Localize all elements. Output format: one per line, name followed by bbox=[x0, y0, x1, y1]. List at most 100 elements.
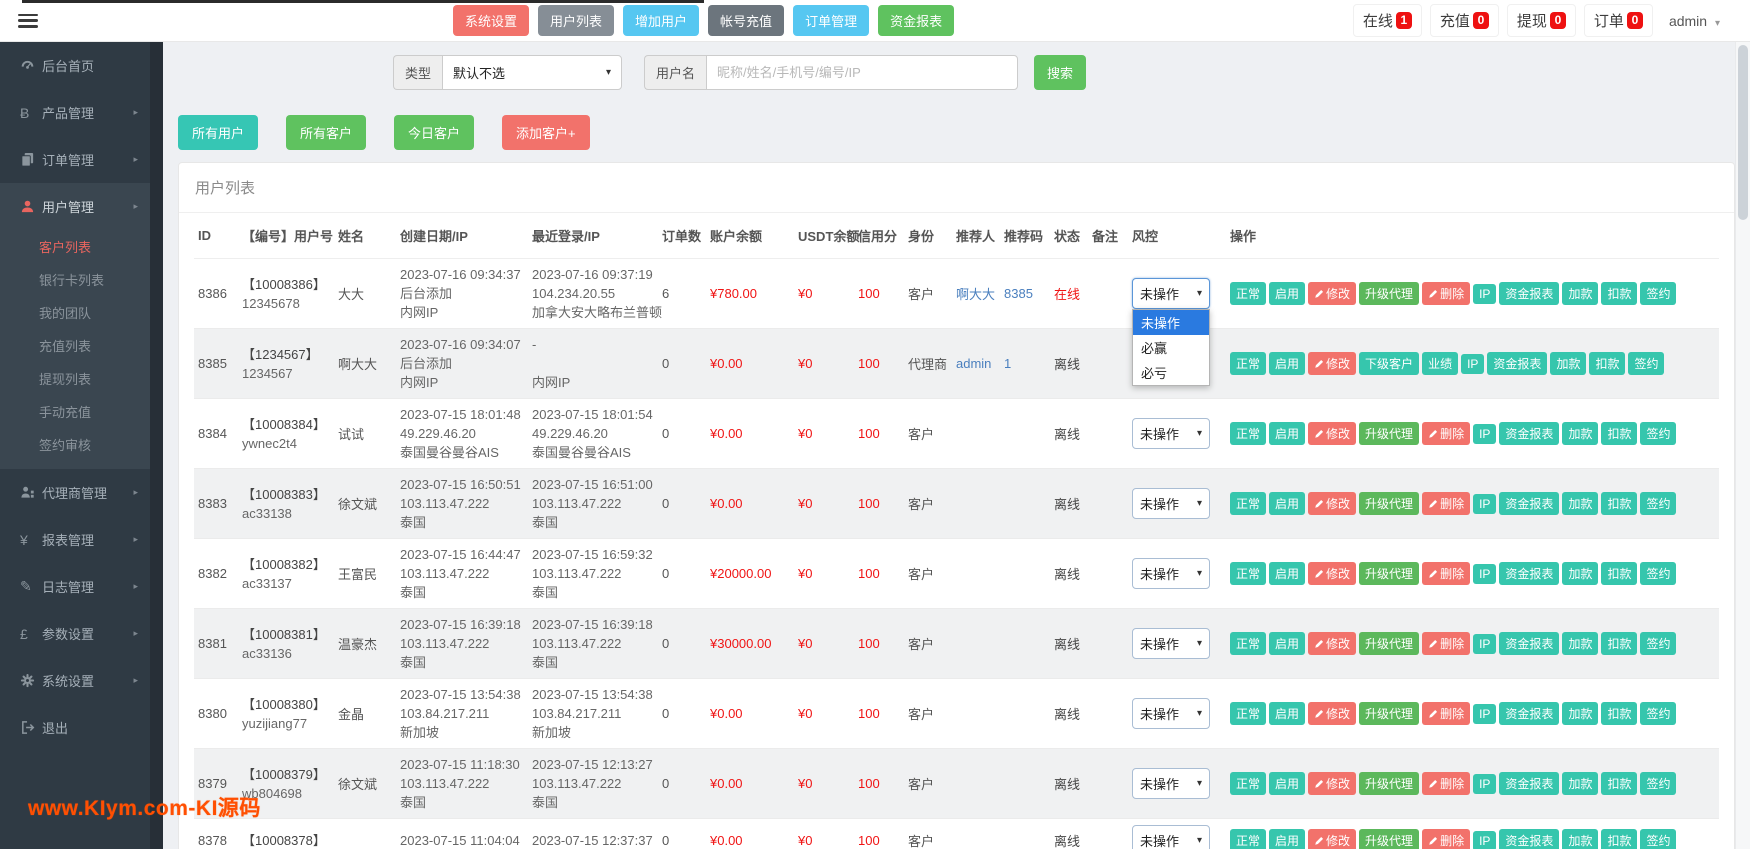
action-button[interactable]: 正常 bbox=[1230, 352, 1267, 375]
risk-option[interactable]: 必亏 bbox=[1133, 360, 1209, 385]
action-button[interactable]: 加款 bbox=[1562, 702, 1599, 725]
action-button[interactable]: 修改 bbox=[1308, 282, 1357, 305]
action-button[interactable]: IP bbox=[1473, 424, 1497, 444]
action-button[interactable]: 扣款 bbox=[1589, 352, 1626, 375]
admin-menu[interactable]: admin ▾ bbox=[1661, 8, 1728, 34]
action-button[interactable]: IP bbox=[1461, 354, 1485, 374]
action-button[interactable]: 修改 bbox=[1308, 562, 1357, 585]
top-nav-button[interactable]: 系统设置 bbox=[453, 5, 530, 36]
action-button[interactable]: 签约 bbox=[1640, 422, 1677, 445]
action-button[interactable]: 删除 bbox=[1422, 562, 1471, 585]
quick-button[interactable]: 所有客户 bbox=[286, 115, 367, 150]
action-button[interactable]: 删除 bbox=[1422, 422, 1471, 445]
action-button[interactable]: 修改 bbox=[1308, 772, 1357, 795]
action-button[interactable]: 资金报表 bbox=[1499, 562, 1560, 585]
action-button[interactable]: 升级代理 bbox=[1359, 422, 1420, 445]
action-button[interactable]: 扣款 bbox=[1601, 282, 1638, 305]
action-button[interactable]: 资金报表 bbox=[1499, 422, 1560, 445]
action-button[interactable]: 签约 bbox=[1640, 492, 1677, 515]
risk-option[interactable]: 必赢 bbox=[1133, 335, 1209, 360]
action-button[interactable]: 加款 bbox=[1562, 632, 1599, 655]
sidebar-item-报表管理[interactable]: ¥ 报表管理 ▸ bbox=[0, 516, 150, 563]
action-button[interactable]: 扣款 bbox=[1601, 772, 1638, 795]
sidebar-item-日志管理[interactable]: ✎ 日志管理 ▸ bbox=[0, 563, 150, 610]
action-button[interactable]: 下级客户 bbox=[1359, 352, 1420, 375]
action-button[interactable]: 修改 bbox=[1308, 632, 1357, 655]
action-button[interactable]: 正常 bbox=[1230, 422, 1267, 445]
action-button[interactable]: 签约 bbox=[1640, 632, 1677, 655]
cell-referrer[interactable]: 啊大大 bbox=[952, 259, 1000, 329]
action-button[interactable]: 资金报表 bbox=[1499, 702, 1560, 725]
action-button[interactable]: 扣款 bbox=[1601, 632, 1638, 655]
risk-select[interactable]: 未操作 ▾ bbox=[1132, 488, 1210, 519]
hamburger-menu-icon[interactable] bbox=[18, 13, 38, 28]
action-button[interactable]: 删除 bbox=[1422, 632, 1471, 655]
action-button[interactable]: 加款 bbox=[1550, 352, 1587, 375]
action-button[interactable]: 签约 bbox=[1640, 702, 1677, 725]
sidebar-subitem-银行卡列表[interactable]: 银行卡列表 bbox=[0, 263, 150, 296]
cell-referrer[interactable]: admin bbox=[952, 329, 1000, 399]
risk-select[interactable]: 未操作 ▾ bbox=[1132, 418, 1210, 449]
action-button[interactable]: IP bbox=[1473, 774, 1497, 794]
username-search-input[interactable] bbox=[706, 55, 1019, 90]
action-button[interactable]: 正常 bbox=[1230, 282, 1267, 305]
action-button[interactable]: 启用 bbox=[1269, 282, 1306, 305]
sidebar-item-后台首页[interactable]: 后台首页 bbox=[0, 42, 150, 89]
sidebar-item-系统设置[interactable]: 系统设置 ▸ bbox=[0, 657, 150, 704]
action-button[interactable]: IP bbox=[1473, 704, 1497, 724]
quick-button[interactable]: 今日客户 bbox=[394, 115, 475, 150]
page-scrollbar[interactable] bbox=[1735, 42, 1750, 849]
risk-select[interactable]: 未操作 ▾ bbox=[1132, 825, 1210, 849]
action-button[interactable]: 启用 bbox=[1269, 492, 1306, 515]
sidebar-item-订单管理[interactable]: 订单管理 ▸ bbox=[0, 136, 150, 183]
action-button[interactable]: 删除 bbox=[1422, 492, 1471, 515]
risk-select[interactable]: 未操作 ▾ bbox=[1132, 628, 1210, 659]
quick-button[interactable]: 所有用户 bbox=[178, 115, 259, 150]
action-button[interactable]: 升级代理 bbox=[1359, 772, 1420, 795]
action-button[interactable]: 正常 bbox=[1230, 492, 1267, 515]
scrollbar-thumb[interactable] bbox=[1738, 45, 1748, 220]
action-button[interactable]: 签约 bbox=[1640, 282, 1677, 305]
action-button[interactable]: 修改 bbox=[1308, 492, 1357, 515]
sidebar-item-退出[interactable]: 退出 bbox=[0, 704, 150, 751]
stat-orders[interactable]: 订单 0 bbox=[1583, 4, 1653, 37]
stat-online[interactable]: 在线 1 bbox=[1352, 4, 1422, 37]
quick-button[interactable]: 添加客户+ bbox=[502, 115, 590, 150]
stat-recharge[interactable]: 充值 0 bbox=[1429, 4, 1499, 37]
action-button[interactable]: 资金报表 bbox=[1487, 352, 1548, 375]
top-nav-button[interactable]: 帐号充值 bbox=[708, 5, 785, 36]
action-button[interactable]: 启用 bbox=[1269, 772, 1306, 795]
risk-select[interactable]: 未操作 ▾ bbox=[1132, 278, 1210, 309]
sidebar-item-产品管理[interactable]: Ƀ 产品管理 ▸ bbox=[0, 89, 150, 136]
action-button[interactable]: 升级代理 bbox=[1359, 829, 1420, 849]
action-button[interactable]: IP bbox=[1473, 634, 1497, 654]
action-button[interactable]: 删除 bbox=[1422, 829, 1471, 849]
action-button[interactable]: 签约 bbox=[1640, 829, 1677, 849]
action-button[interactable]: 资金报表 bbox=[1499, 772, 1560, 795]
action-button[interactable]: 修改 bbox=[1308, 702, 1357, 725]
action-button[interactable]: 升级代理 bbox=[1359, 562, 1420, 585]
action-button[interactable]: 启用 bbox=[1269, 422, 1306, 445]
action-button[interactable]: 正常 bbox=[1230, 632, 1267, 655]
action-button[interactable]: 升级代理 bbox=[1359, 702, 1420, 725]
action-button[interactable]: 正常 bbox=[1230, 772, 1267, 795]
cell-ref-code[interactable]: 1 bbox=[1000, 329, 1050, 399]
action-button[interactable]: 资金报表 bbox=[1499, 492, 1560, 515]
action-button[interactable]: 启用 bbox=[1269, 632, 1306, 655]
action-button[interactable]: 资金报表 bbox=[1499, 632, 1560, 655]
top-nav-button[interactable]: 资金报表 bbox=[878, 5, 955, 36]
action-button[interactable]: 扣款 bbox=[1601, 492, 1638, 515]
action-button[interactable]: 扣款 bbox=[1601, 562, 1638, 585]
sidebar-subitem-充值列表[interactable]: 充值列表 bbox=[0, 329, 150, 362]
action-button[interactable]: 启用 bbox=[1269, 352, 1306, 375]
risk-select[interactable]: 未操作 ▾ bbox=[1132, 768, 1210, 799]
action-button[interactable]: 扣款 bbox=[1601, 422, 1638, 445]
action-button[interactable]: 修改 bbox=[1308, 422, 1357, 445]
sidebar-item-代理商管理[interactable]: 代理商管理 ▸ bbox=[0, 469, 150, 516]
sidebar-item-用户管理[interactable]: 用户管理 ▸ bbox=[0, 183, 150, 230]
sidebar-item-参数设置[interactable]: £ 参数设置 ▸ bbox=[0, 610, 150, 657]
action-button[interactable]: 启用 bbox=[1269, 562, 1306, 585]
sidebar-subitem-我的团队[interactable]: 我的团队 bbox=[0, 296, 150, 329]
risk-option[interactable]: 未操作 bbox=[1133, 310, 1209, 335]
action-button[interactable]: 删除 bbox=[1422, 702, 1471, 725]
